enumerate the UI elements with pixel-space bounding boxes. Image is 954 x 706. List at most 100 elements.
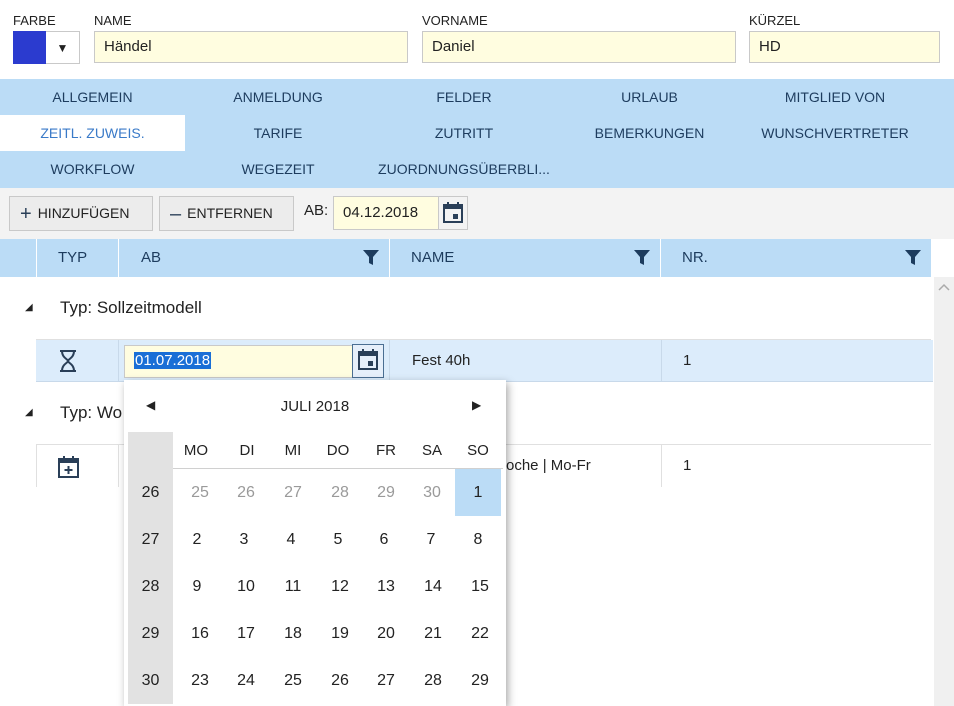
date-picker-popup: ◀ JULI 2018 ▶ MO DI MI DO FR SA SO 26 25…	[124, 380, 506, 706]
day-cell[interactable]: 8	[455, 517, 501, 563]
vertical-scrollbar[interactable]	[934, 277, 954, 706]
hourglass-icon	[60, 350, 76, 372]
col-ab-header[interactable]: AB	[141, 239, 161, 277]
day-cell[interactable]: 2	[174, 517, 220, 563]
grid-header: TYP AB NAME NR.	[0, 239, 931, 277]
ab-label: AB:	[304, 202, 329, 219]
vorname-label: VORNAME	[422, 13, 488, 28]
weekday-header: MI	[284, 442, 302, 459]
day-cell[interactable]: 17	[223, 611, 269, 657]
toolbar: + HINZUFÜGEN – ENTFERNEN AB: 04.12.2018	[0, 188, 954, 239]
row-nr: 1	[683, 457, 692, 474]
tab-allgemein[interactable]: ALLGEMEIN	[0, 79, 185, 115]
col-typ-header[interactable]: TYP	[58, 239, 87, 277]
ab-row-date-input[interactable]: 01.07.2018	[124, 345, 354, 378]
color-swatch[interactable]	[13, 31, 46, 64]
day-cell[interactable]: 24	[223, 658, 269, 704]
day-cell[interactable]: 5	[315, 517, 361, 563]
day-cell[interactable]: 26	[223, 470, 269, 516]
filter-icon[interactable]	[633, 248, 651, 266]
day-cell[interactable]: 13	[363, 564, 409, 610]
name-label: NAME	[94, 13, 132, 28]
tab-urlaub[interactable]: URLAUB	[557, 79, 742, 115]
day-cell[interactable]: 16	[177, 611, 223, 657]
weekday-header: SO	[467, 442, 489, 459]
filter-icon[interactable]	[362, 248, 380, 266]
tab-wegezeit[interactable]: WEGEZEIT	[185, 151, 371, 187]
tab-bar: ALLGEMEIN ANMELDUNG FELDER URLAUB MITGLI…	[0, 79, 954, 188]
add-button-label: HINZUFÜGEN	[37, 205, 130, 221]
remove-button-label: ENTFERNEN	[187, 205, 273, 221]
kuerzel-label: KÜRZEL	[749, 13, 801, 28]
tab-tarife[interactable]: TARIFE	[185, 115, 371, 151]
calendar-plus-icon	[58, 456, 79, 478]
day-cell[interactable]: 18	[270, 611, 316, 657]
day-cell[interactable]: 14	[410, 564, 456, 610]
day-cell[interactable]: 19	[317, 611, 363, 657]
day-cell[interactable]: 27	[363, 658, 409, 704]
day-cell[interactable]: 9	[174, 564, 220, 610]
add-button[interactable]: + HINZUFÜGEN	[9, 196, 153, 231]
remove-button[interactable]: – ENTFERNEN	[159, 196, 294, 231]
day-cell[interactable]: 15	[457, 564, 503, 610]
day-cell-selected[interactable]: 1	[455, 470, 501, 516]
collapse-triangle-icon[interactable]: ◢	[25, 407, 33, 418]
group-header-wo[interactable]: Typ: Wo	[60, 403, 122, 423]
day-cell[interactable]: 25	[177, 470, 223, 516]
calendar-icon	[358, 349, 378, 370]
ab-date-field[interactable]: 04.12.2018	[333, 196, 439, 230]
filter-icon[interactable]	[904, 248, 922, 266]
day-cell[interactable]: 23	[177, 658, 223, 704]
week-number: 30	[128, 657, 173, 704]
next-month-icon[interactable]: ▶	[472, 398, 481, 412]
tab-bemerkungen[interactable]: BEMERKUNGEN	[557, 115, 742, 151]
minus-icon: –	[170, 203, 182, 225]
day-cell[interactable]: 28	[410, 658, 456, 704]
calendar-button[interactable]	[438, 196, 468, 230]
col-name-header[interactable]: NAME	[411, 239, 454, 277]
day-cell[interactable]: 29	[457, 658, 503, 704]
chevron-up-icon[interactable]	[938, 283, 950, 291]
weekday-header: SA	[421, 442, 442, 459]
day-cell[interactable]: 21	[410, 611, 456, 657]
col-nr-header[interactable]: NR.	[682, 239, 708, 277]
day-cell[interactable]: 3	[221, 517, 267, 563]
tab-felder[interactable]: FELDER	[371, 79, 557, 115]
group-header-sollzeitmodell[interactable]: Typ: Sollzeitmodell	[60, 298, 202, 318]
vorname-field[interactable]: Daniel	[422, 31, 736, 63]
day-cell[interactable]: 29	[363, 470, 409, 516]
day-cell[interactable]: 7	[408, 517, 454, 563]
week-number: 28	[128, 563, 173, 610]
month-label[interactable]: JULI 2018	[124, 398, 506, 415]
tab-zutritt[interactable]: ZUTRITT	[371, 115, 557, 151]
day-cell[interactable]: 25	[270, 658, 316, 704]
tab-wunschvertreter[interactable]: WUNSCHVERTRETER	[742, 115, 928, 151]
tab-workflow[interactable]: WORKFLOW	[0, 151, 185, 187]
day-cell[interactable]: 22	[457, 611, 503, 657]
kuerzel-field[interactable]: HD	[749, 31, 940, 63]
weekday-header: DO	[326, 442, 350, 459]
weekday-header: DI	[239, 442, 255, 459]
weekday-header: MO	[183, 442, 209, 459]
day-cell[interactable]: 26	[317, 658, 363, 704]
day-cell[interactable]: 28	[317, 470, 363, 516]
day-cell[interactable]: 4	[268, 517, 314, 563]
week-number: 26	[128, 469, 173, 516]
day-cell[interactable]: 20	[363, 611, 409, 657]
day-cell[interactable]: 11	[270, 564, 316, 610]
week-number: 27	[128, 516, 173, 563]
day-cell[interactable]: 30	[409, 470, 455, 516]
calendar-icon	[443, 202, 463, 223]
tab-zuordnungsueberblick[interactable]: ZUORDNUNGSÜBERBLI...	[371, 151, 557, 187]
tab-zeitl-zuweis[interactable]: ZEITL. ZUWEIS.	[0, 115, 185, 151]
tab-mitglied-von[interactable]: MITGLIED VON	[742, 79, 928, 115]
collapse-triangle-icon[interactable]: ◢	[25, 302, 33, 313]
name-field[interactable]: Händel	[94, 31, 408, 63]
color-dropdown-button[interactable]: ▼	[46, 31, 80, 64]
tab-anmeldung[interactable]: ANMELDUNG	[185, 79, 371, 115]
day-cell[interactable]: 27	[270, 470, 316, 516]
day-cell[interactable]: 12	[317, 564, 363, 610]
row-calendar-button[interactable]	[352, 344, 384, 378]
day-cell[interactable]: 10	[223, 564, 269, 610]
day-cell[interactable]: 6	[361, 517, 407, 563]
